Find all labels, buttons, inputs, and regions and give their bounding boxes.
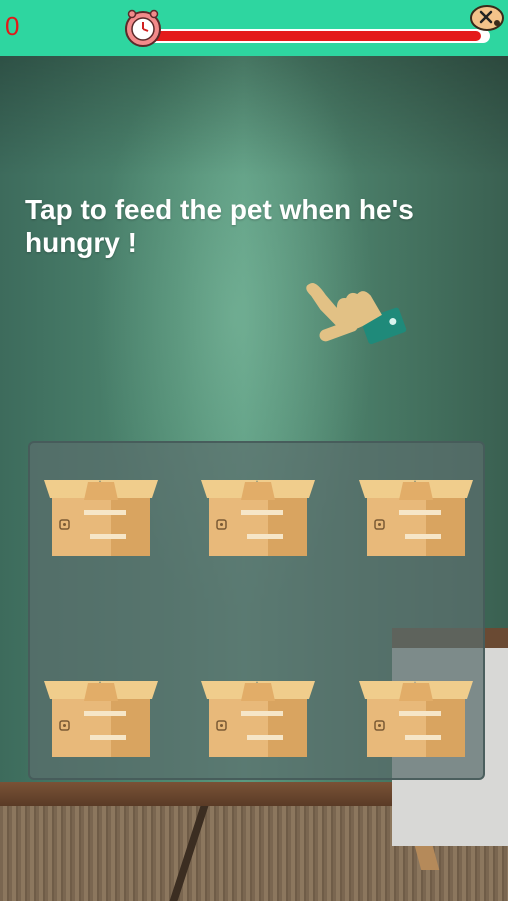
feed-box[interactable] (199, 478, 317, 558)
box-grid-panel (28, 441, 485, 780)
top-bar: 0 (0, 0, 508, 56)
feed-box[interactable] (199, 679, 317, 759)
feed-box[interactable] (42, 478, 160, 558)
feed-box[interactable] (42, 679, 160, 759)
feed-box[interactable] (357, 679, 475, 759)
timer-bar-fill (142, 31, 481, 41)
pointing-hand-icon (300, 262, 410, 367)
alarm-clock-icon (124, 9, 162, 47)
feed-box[interactable] (357, 478, 475, 558)
close-icon[interactable] (469, 3, 505, 33)
wall-shadow (0, 56, 508, 176)
score-counter: 0 (5, 11, 20, 41)
instruction-text: Tap to feed the pet when he's hungry ! (25, 194, 414, 258)
